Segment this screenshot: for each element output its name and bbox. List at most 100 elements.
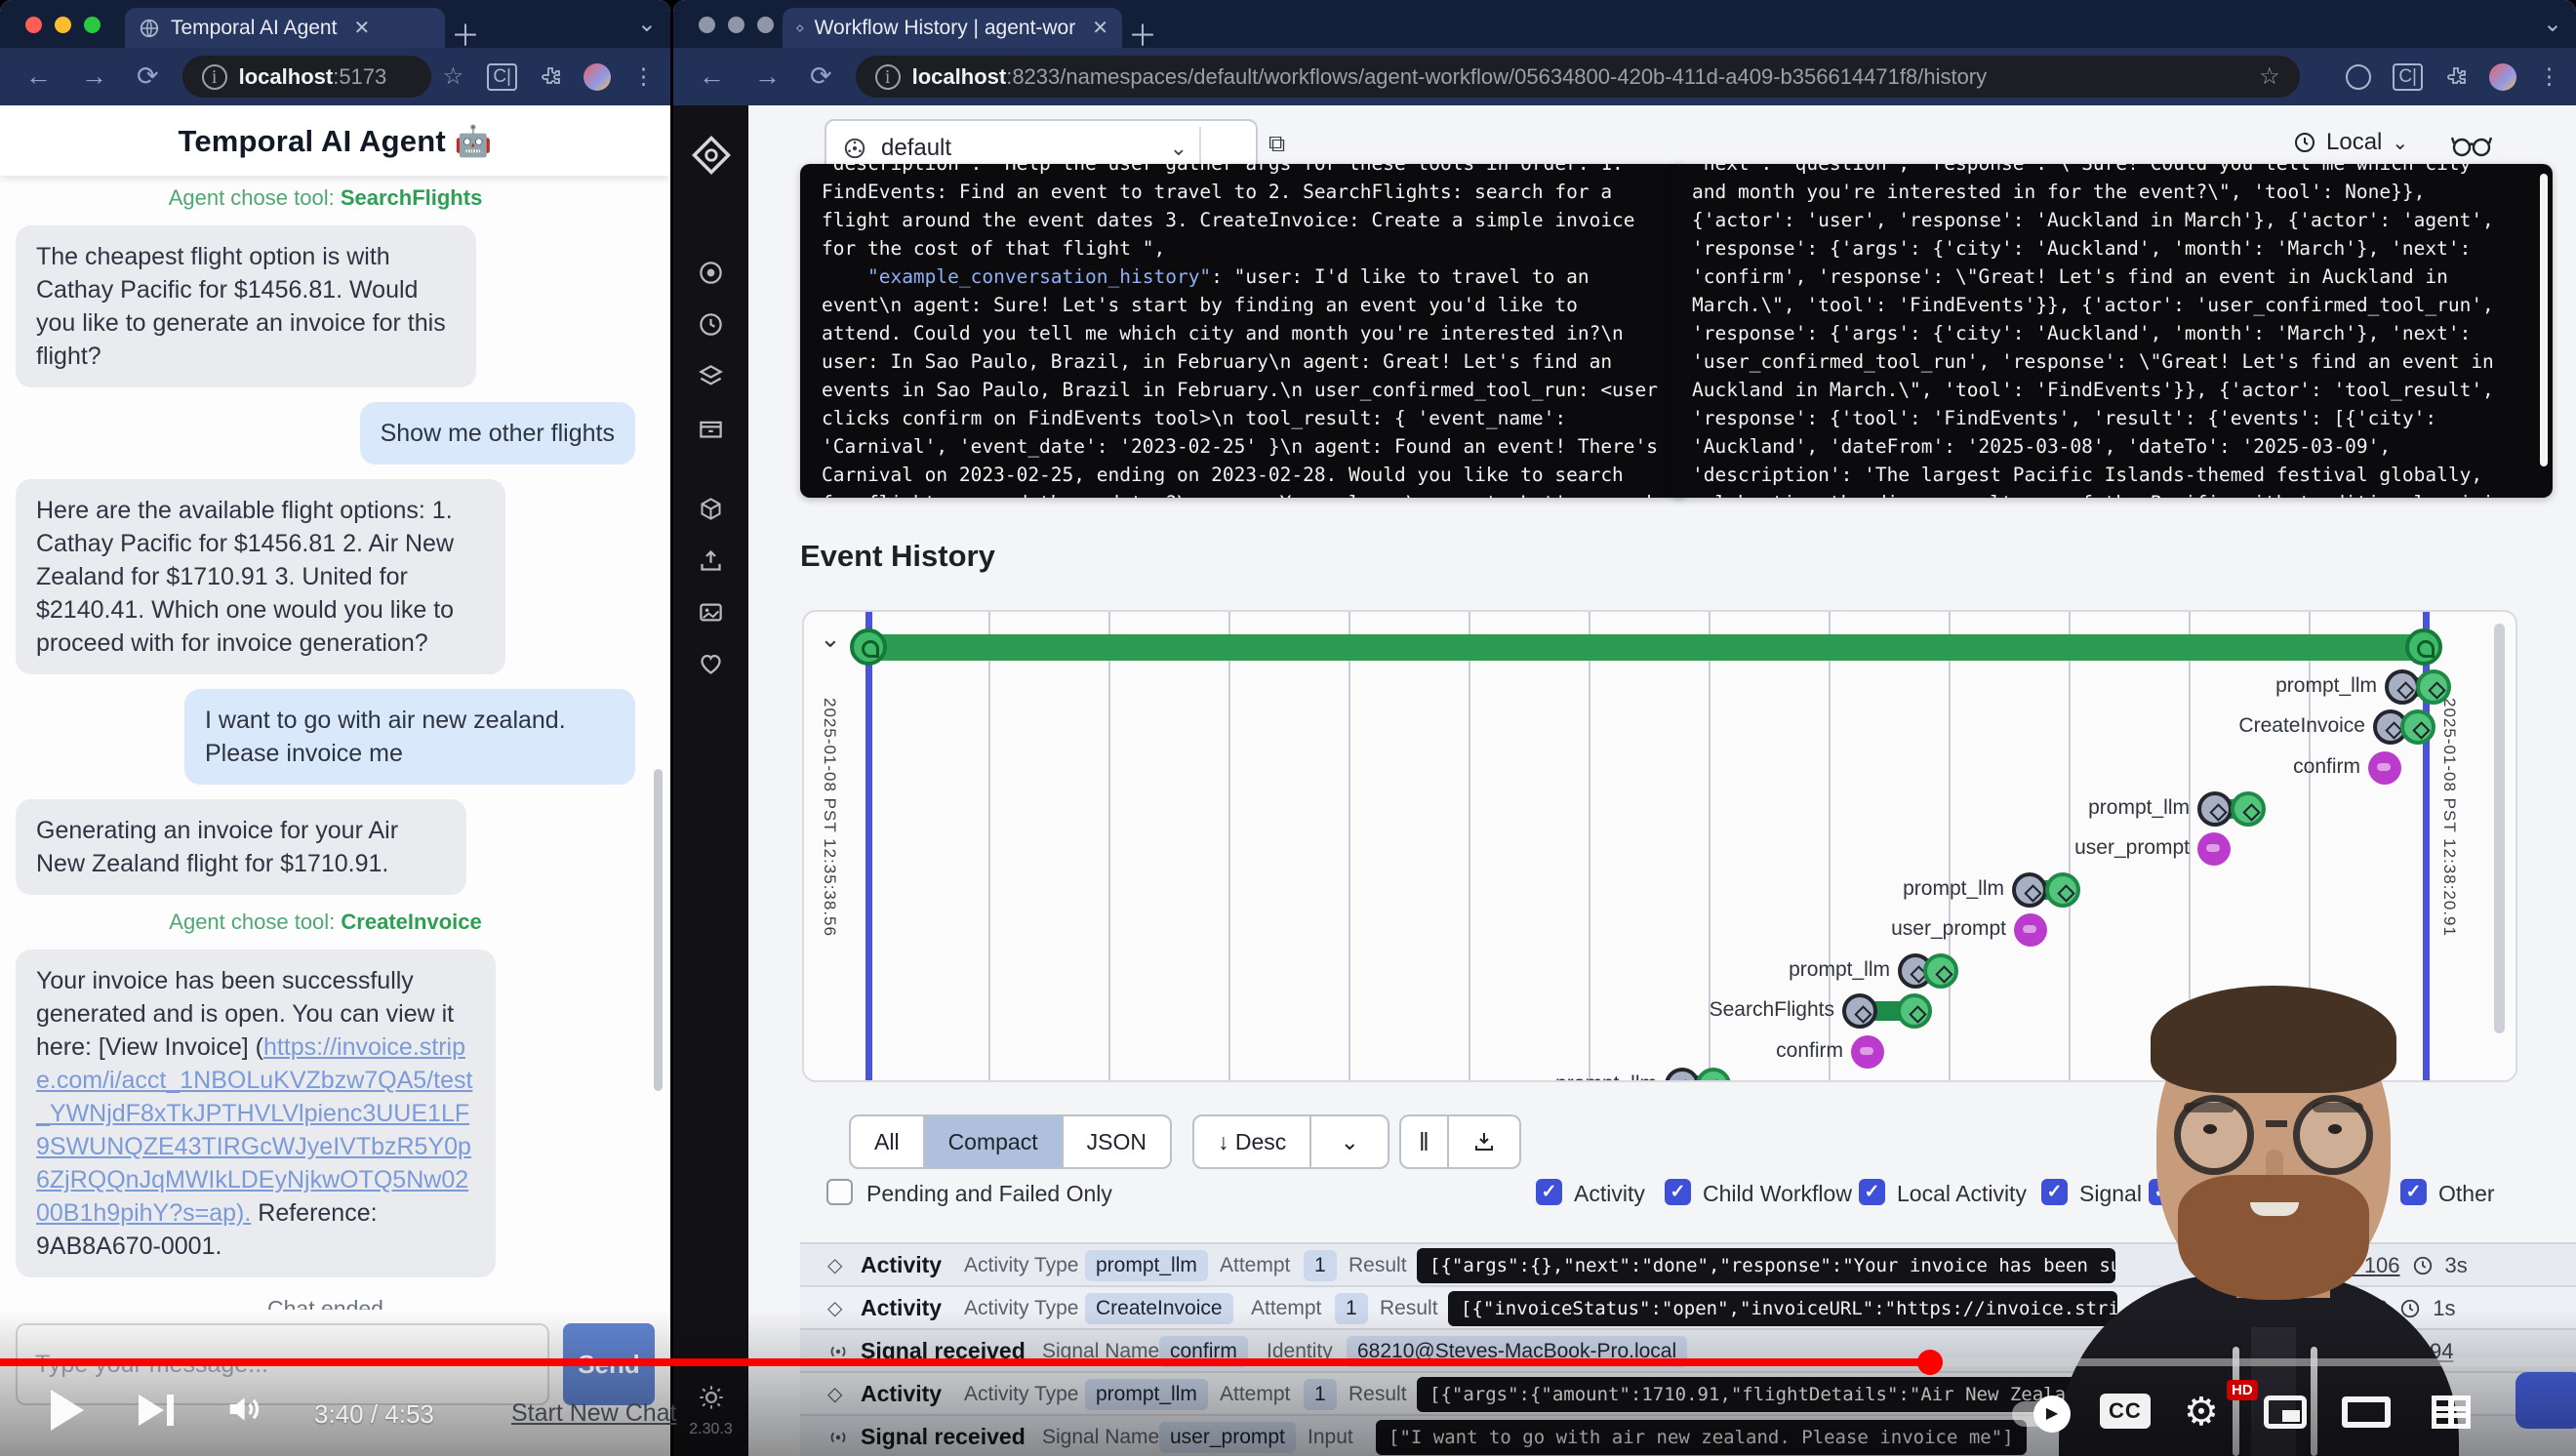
autoplay-toggle[interactable] <box>2012 1401 2069 1427</box>
collapse-timeline-chevron-icon[interactable]: ⌄ <box>820 624 841 654</box>
filter-child-workflow-checkbox[interactable]: ✓ <box>1665 1179 1691 1205</box>
workflow-start-badge[interactable] <box>850 628 887 666</box>
video-progress-remaining[interactable] <box>1930 1358 2576 1366</box>
chat-scrollbar[interactable] <box>654 769 663 1091</box>
fullscreen-button[interactable] <box>2432 1395 2471 1429</box>
close-window-button[interactable] <box>699 17 715 33</box>
tab-search-chevron-icon[interactable]: ⌄ <box>637 10 657 38</box>
signal-marker[interactable] <box>2368 751 2401 785</box>
site-info-icon[interactable]: i <box>875 64 901 90</box>
close-tab-icon[interactable]: ✕ <box>1092 16 1108 40</box>
profile-avatar[interactable] <box>584 63 611 91</box>
workflows-eye-icon[interactable] <box>698 260 724 286</box>
close-window-button[interactable] <box>25 17 42 33</box>
workflow-result-code-panel[interactable]: 'next': 'question', 'response': \"Sure! … <box>1670 164 2553 498</box>
bookmark-star-icon[interactable]: ☆ <box>443 62 464 91</box>
signal-marker[interactable] <box>2197 832 2231 866</box>
signal-marker[interactable] <box>2014 913 2047 947</box>
temporal-logo-icon[interactable] <box>691 135 732 176</box>
schedules-clock-icon[interactable] <box>698 311 724 338</box>
closed-captions-button[interactable]: CC <box>2100 1394 2151 1429</box>
timeline-scrollbar[interactable] <box>2494 624 2505 1033</box>
activity-completed-marker[interactable] <box>1923 953 1958 989</box>
code-scrollbar[interactable] <box>2540 174 2548 466</box>
settings-gear-icon[interactable]: ⚙ <box>2184 1390 2219 1435</box>
reload-button[interactable]: ⟳ <box>137 61 159 92</box>
workflow-input-code-panel[interactable]: "description": "Help the user gather arg… <box>800 164 1687 498</box>
activity-completed-marker[interactable] <box>2045 872 2080 908</box>
video-progress-scrubber[interactable] <box>1917 1350 1943 1375</box>
browser-tab[interactable]: Workflow History | agent-wor ✕ <box>783 8 1122 48</box>
video-progress-played[interactable] <box>0 1358 1930 1366</box>
activity-scheduled-marker[interactable] <box>2385 669 2420 705</box>
pending-failed-checkbox[interactable] <box>826 1179 853 1205</box>
namespaces-cube-icon[interactable] <box>698 496 724 522</box>
minimize-window-button[interactable] <box>728 17 745 33</box>
next-video-button[interactable] <box>139 1395 174 1431</box>
archive-box-icon[interactable] <box>698 415 724 441</box>
menu-kebab-icon[interactable]: ⋮ <box>2538 63 2560 90</box>
workflow-execution-bar[interactable] <box>868 634 2426 661</box>
extensions-puzzle-icon[interactable] <box>539 65 562 89</box>
reload-button[interactable]: ⟳ <box>810 61 832 92</box>
download-button[interactable] <box>1449 1116 1519 1167</box>
profile-avatar[interactable] <box>2489 63 2516 91</box>
devtools-icon[interactable]: C| <box>487 63 517 91</box>
activity-completed-marker[interactable] <box>2416 669 2451 705</box>
activity-completed-marker[interactable] <box>2400 709 2435 745</box>
sort-desc-button[interactable]: ↓ Desc <box>1194 1116 1311 1167</box>
address-bar[interactable]: i localhost:8233/namespaces/default/work… <box>856 56 2300 98</box>
filter-activity-checkbox[interactable]: ✓ <box>1536 1179 1562 1205</box>
invoice-link[interactable]: https://invoice.stripe.com/i/acct_1NBOLu… <box>36 1033 472 1227</box>
macos-traffic-lights[interactable] <box>699 17 774 33</box>
back-button[interactable]: ← <box>25 61 52 92</box>
timeline-row-label[interactable]: user_prompt <box>2074 836 2190 860</box>
close-tab-icon[interactable]: ✕ <box>353 16 370 40</box>
data-encoder-glasses-icon[interactable] <box>2451 131 2492 160</box>
extensions-puzzle-icon[interactable] <box>2444 65 2468 89</box>
browser-tab[interactable]: Temporal AI Agent ✕ <box>125 8 445 48</box>
timeline-row-label[interactable]: prompt_llm <box>2275 674 2377 698</box>
workflow-end-badge[interactable] <box>2405 628 2442 666</box>
address-bar[interactable]: i localhost:5173 <box>182 56 431 98</box>
macos-traffic-lights[interactable] <box>25 17 101 33</box>
tab-search-chevron-icon[interactable]: ⌄ <box>2543 10 2562 38</box>
miniplayer-button[interactable] <box>2264 1395 2307 1429</box>
play-button[interactable] <box>51 1390 84 1431</box>
view-compact-button[interactable]: Compact <box>925 1116 1064 1167</box>
menu-kebab-icon[interactable]: ⋮ <box>632 63 655 90</box>
forward-button[interactable]: → <box>81 61 107 92</box>
password-manager-icon[interactable] <box>2346 64 2371 90</box>
export-upload-icon[interactable] <box>698 547 724 574</box>
theater-mode-button[interactable] <box>2342 1396 2391 1428</box>
activity-scheduled-marker[interactable] <box>2197 791 2233 827</box>
bookmark-star-icon[interactable]: ☆ <box>2259 62 2280 91</box>
volume-icon[interactable] <box>222 1390 263 1429</box>
timeline-row-label[interactable]: confirm <box>1776 1039 1843 1063</box>
open-namespace-external-icon[interactable]: ⧉ <box>1268 131 1285 158</box>
forward-button[interactable]: → <box>754 61 781 92</box>
signal-marker[interactable] <box>1851 1035 1884 1069</box>
filter-local-activity-checkbox[interactable]: ✓ <box>1859 1179 1885 1205</box>
back-button[interactable]: ← <box>699 61 725 92</box>
expand-diamond-icon[interactable]: ◇ <box>827 1253 842 1277</box>
timeline-row-label[interactable]: prompt_llm <box>1903 877 2004 901</box>
devtools-icon[interactable]: C| <box>2393 63 2423 91</box>
pause-button[interactable]: ‖ <box>1401 1116 1449 1167</box>
site-info-icon[interactable]: i <box>202 64 227 90</box>
activity-scheduled-marker[interactable] <box>2012 872 2047 908</box>
view-json-button[interactable]: JSON <box>1064 1116 1170 1167</box>
timeline-row-label[interactable]: prompt_llm <box>1789 958 1890 982</box>
feedback-card-icon[interactable] <box>698 599 724 626</box>
minimize-window-button[interactable] <box>55 17 71 33</box>
timezone-selector[interactable]: Local ⌄ <box>2293 129 2408 156</box>
favorites-heart-icon[interactable] <box>698 651 724 677</box>
timeline-row-label[interactable]: confirm <box>2293 755 2360 779</box>
activity-completed-marker[interactable] <box>1897 993 1932 1029</box>
view-all-button[interactable]: All <box>851 1116 925 1167</box>
activity-scheduled-marker[interactable] <box>1842 993 1877 1029</box>
timeline-row-label[interactable]: prompt_llm <box>2088 796 2190 820</box>
timeline-row-label[interactable]: prompt_llm <box>1555 1072 1657 1082</box>
timeline-row-label[interactable]: CreateInvoice <box>2238 714 2365 738</box>
start-new-chat-link[interactable]: Start New Chat <box>511 1399 677 1428</box>
